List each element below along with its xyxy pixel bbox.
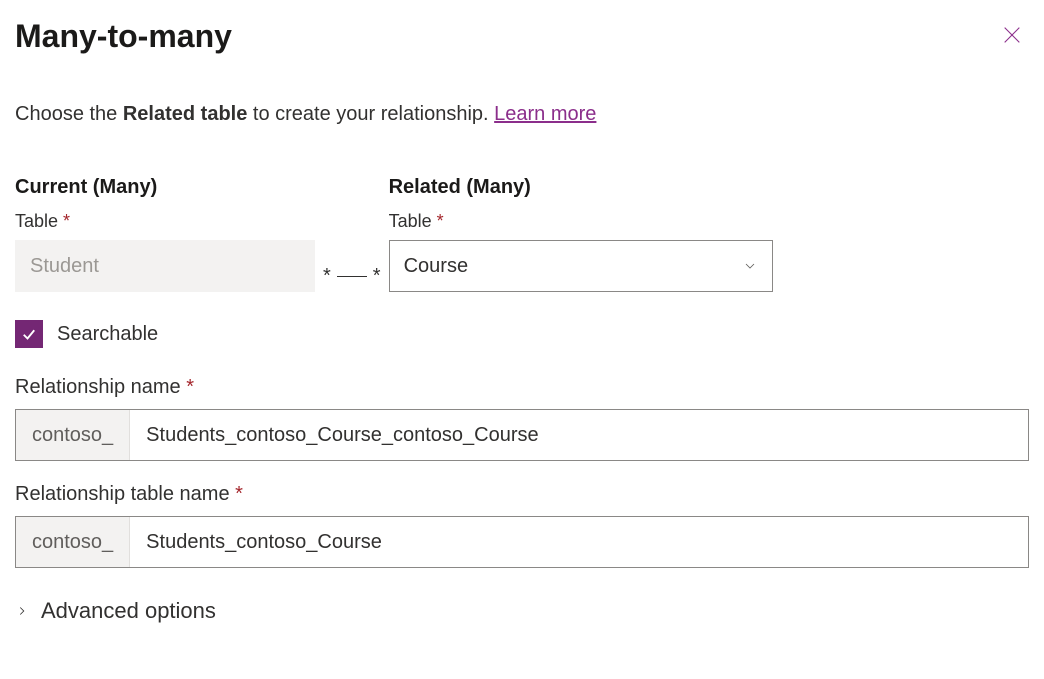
close-icon bbox=[1001, 24, 1023, 46]
current-table-label: Table * bbox=[15, 211, 315, 232]
relationship-name-label: Relationship name * bbox=[15, 376, 1029, 399]
relationship-name-prefix: contoso_ bbox=[16, 410, 130, 460]
chevron-right-icon bbox=[15, 604, 29, 618]
current-heading: Current (Many) bbox=[15, 176, 315, 199]
relationship-table-name-input[interactable] bbox=[130, 517, 1028, 567]
current-table-field: Student bbox=[15, 240, 315, 292]
searchable-checkbox[interactable] bbox=[15, 320, 43, 348]
chevron-down-icon bbox=[742, 258, 758, 274]
checkmark-icon bbox=[20, 325, 38, 343]
related-table-label: Table * bbox=[389, 211, 773, 232]
relationship-table-name-prefix: contoso_ bbox=[16, 517, 130, 567]
intro-prefix: Choose the bbox=[15, 103, 123, 125]
intro-bold: Related table bbox=[123, 103, 247, 125]
connector-line-icon bbox=[337, 276, 367, 277]
relationship-table-name-field[interactable]: contoso_ bbox=[15, 516, 1029, 568]
related-table-value: Course bbox=[404, 255, 468, 278]
learn-more-link[interactable]: Learn more bbox=[494, 103, 596, 125]
searchable-label: Searchable bbox=[57, 323, 158, 346]
relationship-name-field[interactable]: contoso_ bbox=[15, 409, 1029, 461]
connector-left-star: * bbox=[323, 265, 331, 288]
relationship-table-name-label: Relationship table name * bbox=[15, 483, 1029, 506]
panel-title: Many-to-many bbox=[15, 18, 232, 55]
related-heading: Related (Many) bbox=[389, 176, 773, 199]
relationship-name-input[interactable] bbox=[130, 410, 1028, 460]
intro-suffix: to create your relationship. bbox=[247, 103, 494, 125]
relationship-connector: * * bbox=[323, 250, 381, 302]
related-table-select[interactable]: Course bbox=[389, 240, 773, 292]
advanced-options-label: Advanced options bbox=[41, 598, 216, 624]
advanced-options-toggle[interactable]: Advanced options bbox=[15, 598, 1029, 624]
connector-right-star: * bbox=[373, 265, 381, 288]
intro-text: Choose the Related table to create your … bbox=[15, 103, 1029, 126]
close-button[interactable] bbox=[995, 18, 1029, 55]
